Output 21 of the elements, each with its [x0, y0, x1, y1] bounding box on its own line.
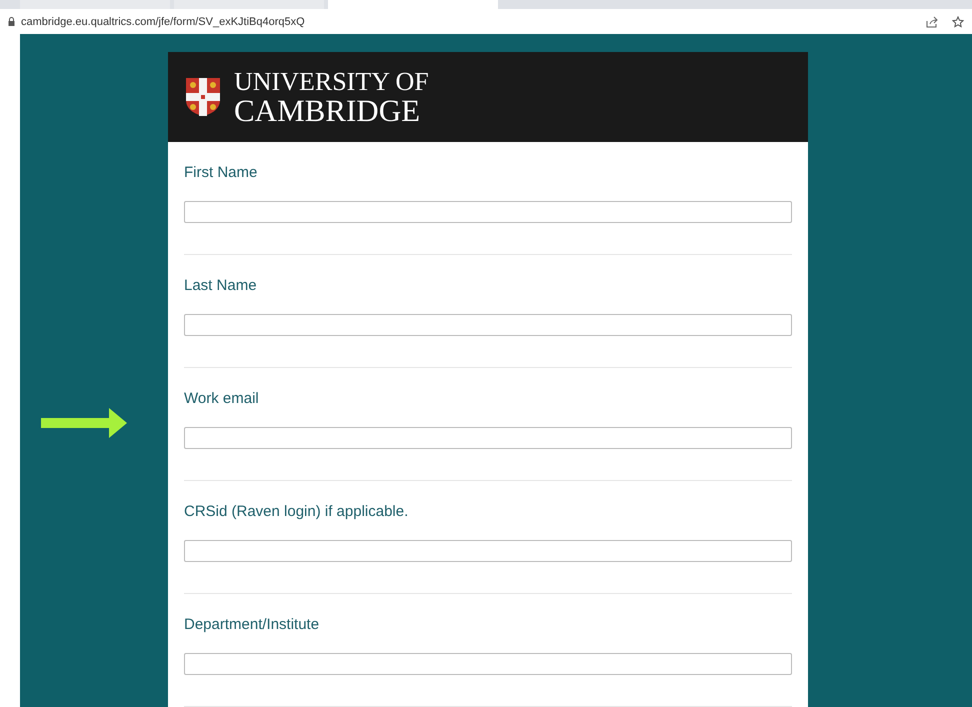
- browser-tab[interactable]: [174, 0, 324, 9]
- text-input-field[interactable]: [184, 201, 792, 223]
- question-label: First Name: [184, 164, 258, 181]
- logo-text: CAMBRIDGE: [234, 94, 422, 126]
- address-bar[interactable]: cambridge.eu.qualtrics.com/jfe/form/SV_exKJtiBq4orq5xQ: [21, 16, 912, 28]
- question-label: Work email: [184, 390, 260, 407]
- question-label: Last Name: [184, 277, 258, 294]
- share-icon[interactable]: [926, 16, 938, 28]
- question-label: Department/Institute: [184, 616, 320, 633]
- text-input-field[interactable]: [184, 427, 792, 449]
- browser-tab[interactable]: [20, 0, 170, 9]
- star-icon[interactable]: [952, 16, 964, 28]
- logo-text: UNIVERSITY OF: [234, 68, 429, 94]
- text-input-field[interactable]: [184, 314, 792, 336]
- lock-icon: [8, 17, 15, 26]
- question-label: CRSid (Raven login) if applicable.: [184, 503, 410, 520]
- browser-tab[interactable]: [328, 0, 498, 9]
- text-input-field[interactable]: [184, 653, 792, 675]
- arrow-icon: [41, 407, 127, 439]
- text-input-field[interactable]: [184, 540, 792, 562]
- crest-icon: [186, 78, 220, 116]
